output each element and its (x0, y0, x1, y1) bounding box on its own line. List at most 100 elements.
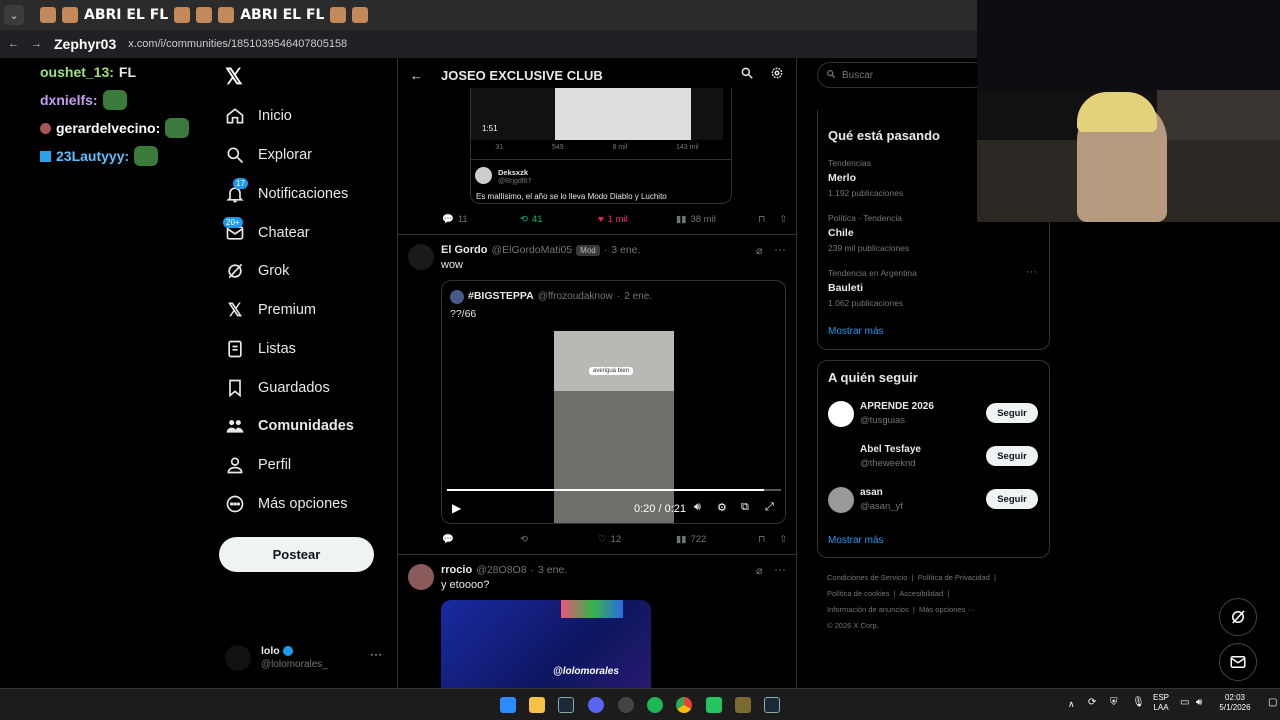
more-icon[interactable]: ··· (774, 242, 786, 256)
steam-icon[interactable] (764, 697, 780, 713)
follow-suggestion[interactable]: asan @asan_yf Seguir (828, 485, 1038, 515)
repost-count: 549 (551, 144, 564, 151)
post-image[interactable]: @lolomorales (441, 600, 651, 688)
footer-link[interactable]: Más opciones ··· (919, 605, 975, 614)
person-icon (225, 455, 245, 475)
like-button[interactable]: ♥ 1 mil (598, 214, 676, 225)
notification-icon[interactable]: ▢ (1268, 698, 1277, 708)
sidebar-item-comunidades[interactable]: Comunidades (225, 411, 354, 441)
game-icon[interactable] (735, 697, 751, 713)
more-icon[interactable]: ··· (370, 647, 382, 661)
clock[interactable]: 02:03 5/1/2026 (1214, 693, 1256, 713)
network-icon[interactable]: ▭ (1180, 698, 1189, 708)
gear-icon[interactable] (770, 66, 784, 83)
sidebar-item-inicio[interactable]: Inicio (225, 101, 292, 131)
play-icon[interactable]: ▶ (452, 501, 461, 515)
video-player[interactable]: averiguá bien ▶ 0:20 / 0:21 🔊︎ ⚙ ⧉ ⤢ (442, 331, 785, 523)
sidebar-item-chatear[interactable]: 20+ Chatear (223, 217, 310, 248)
sidebar-item-guardados[interactable]: Guardados (225, 373, 330, 403)
search-input[interactable]: Buscar (817, 62, 987, 88)
language-indicator[interactable]: ESP LAA (1152, 693, 1170, 713)
sidebar-item-label: Listas (258, 341, 296, 357)
volume-icon[interactable]: 🔊︎ (1196, 698, 1202, 708)
quoted-post[interactable]: 1:51 31 549 8 mil 143 mil Deksxzk @Rrjgd… (470, 88, 732, 204)
reply-button[interactable]: 💬 11 (442, 214, 520, 225)
grok-icon[interactable]: ⌀ (756, 564, 763, 577)
sidebar-item-explorar[interactable]: Explorar (225, 140, 312, 170)
follow-suggestion[interactable]: APRENDE 2026 @tusguias Seguir (828, 399, 1038, 429)
sync-icon[interactable]: ⟳ (1088, 698, 1096, 708)
mic-icon[interactable]: 🎙︎ (1132, 698, 1145, 708)
grok-icon[interactable]: ⌀ (756, 244, 763, 257)
footer-link[interactable]: Política de Privacidad (918, 573, 990, 582)
chrome-icon[interactable] (676, 697, 692, 713)
share-icon[interactable]: ⇧ (779, 214, 787, 225)
show-more-link[interactable]: Mostrar más (828, 326, 884, 337)
kick-icon[interactable] (706, 697, 722, 713)
trend-item[interactable]: Política · Tendencia Chile 239 mil publi… (828, 213, 909, 253)
trend-item[interactable]: Tendencia en Argentina Bauleti 1.062 pub… (828, 268, 917, 308)
url-field[interactable]: x.com/i/communities/1851039546407805158 (128, 38, 347, 50)
quoted-post[interactable]: #BIGSTEPPA @ffrozoudaknow · 2 ene. ??/66… (441, 280, 786, 524)
sidebar-item-listas[interactable]: Listas (225, 334, 296, 364)
bookmark-icon[interactable]: ⊓ (758, 214, 765, 225)
share-icon[interactable]: ⇧ (779, 534, 787, 545)
more-icon[interactable]: ··· (1026, 266, 1037, 278)
footer-link[interactable]: Política de cookies (827, 589, 890, 598)
trend-item[interactable]: Tendencias Merlo 1.192 publicaciones (828, 158, 903, 198)
more-icon[interactable]: ··· (774, 562, 786, 576)
sidebar-item-grok[interactable]: Grok (225, 256, 289, 286)
search-icon[interactable] (740, 66, 754, 83)
messages-float-button[interactable] (1219, 643, 1257, 681)
avatar[interactable] (408, 564, 434, 590)
file-explorer-icon[interactable] (529, 697, 545, 713)
back-arrow-icon[interactable]: ← (410, 68, 423, 83)
reload-icon[interactable]: → (31, 38, 42, 50)
like-button[interactable]: ♡ 12 (598, 534, 676, 545)
follow-button[interactable]: Seguir (986, 446, 1038, 466)
follow-button[interactable]: Seguir (986, 403, 1038, 423)
video-progress-track[interactable] (447, 489, 781, 491)
follow-button[interactable]: Seguir (986, 489, 1038, 509)
sidebar-item-mas-opciones[interactable]: Más opciones (225, 489, 347, 519)
views-button[interactable]: ▮▮ 722 (676, 534, 758, 545)
post-button[interactable]: Postear (219, 537, 374, 572)
video-thumbnail[interactable]: 1:51 (471, 88, 723, 140)
post-time: 3 ene. (538, 564, 568, 576)
x-logo-icon[interactable]: 𝕏 (225, 66, 247, 88)
footer-link[interactable]: Información de anuncios (827, 605, 909, 614)
back-arrow-icon[interactable]: ← (8, 38, 19, 50)
steam-icon[interactable] (558, 697, 574, 713)
sidebar-item-premium[interactable]: 𝕏 Premium (225, 295, 316, 325)
follow-suggestion[interactable]: Abel Tesfaye @theweeknd Seguir (828, 442, 1038, 472)
post-time: 3 ene. (611, 244, 641, 256)
clock-date: 5/1/2026 (1219, 703, 1251, 712)
footer-link[interactable]: Condiciones de Servicio (827, 573, 907, 582)
settings-icon[interactable]: ⚙ (717, 501, 727, 514)
tab-list-button[interactable]: ⌄ (4, 5, 24, 25)
footer-link[interactable]: Accesibilidad (899, 589, 943, 598)
divider (398, 554, 796, 555)
obs-icon[interactable] (618, 697, 634, 713)
reply-button[interactable]: 💬 (442, 534, 520, 545)
bookmark-icon[interactable]: ⊓ (758, 534, 765, 545)
sidebar-item-notificaciones[interactable]: 17 Notificaciones (225, 178, 348, 209)
avatar[interactable] (408, 244, 434, 270)
chevron-up-icon[interactable]: ∧ (1068, 699, 1075, 709)
security-icon[interactable]: ⛨ (1110, 698, 1118, 708)
sidebar-item-perfil[interactable]: Perfil (225, 450, 291, 480)
volume-icon[interactable]: 🔊︎ (694, 501, 701, 514)
discord-icon[interactable] (588, 697, 604, 713)
fullscreen-icon[interactable]: ⤢ (765, 501, 774, 514)
views-button[interactable]: ▮▮ 38 mil (676, 214, 758, 225)
repost-button[interactable]: ⟲ (520, 534, 598, 545)
verified-icon (282, 646, 293, 656)
account-switcher[interactable]: lolo @lolomorales_ ··· (225, 643, 385, 673)
grok-float-button[interactable] (1219, 598, 1257, 636)
repost-button[interactable]: ⟲ 41 (520, 214, 598, 225)
pip-icon[interactable]: ⧉ (741, 501, 749, 514)
spotify-icon[interactable] (647, 697, 663, 713)
show-more-link[interactable]: Mostrar más (828, 535, 884, 546)
windows-start-icon[interactable] (500, 697, 516, 713)
trend-count: 1.192 publicaciones (828, 188, 904, 198)
